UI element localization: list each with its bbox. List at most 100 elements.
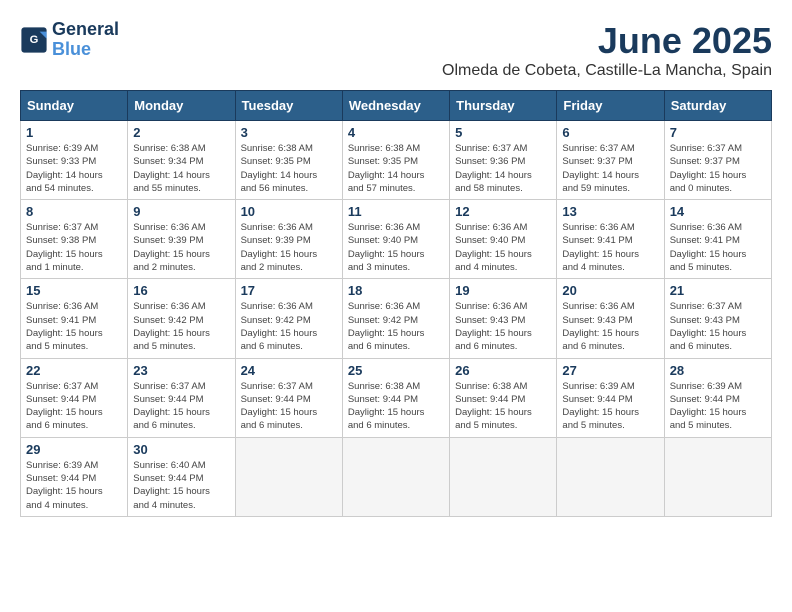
day-number: 27 [562, 363, 658, 378]
column-header-sunday: Sunday [21, 91, 128, 121]
day-number: 23 [133, 363, 229, 378]
calendar-cell: 2 Sunrise: 6:38 AM Sunset: 9:34 PM Daylig… [128, 121, 235, 200]
day-number: 28 [670, 363, 766, 378]
day-number: 5 [455, 125, 551, 140]
day-info: Sunrise: 6:38 AM Sunset: 9:44 PM Dayligh… [455, 380, 551, 433]
day-number: 6 [562, 125, 658, 140]
calendar-table: SundayMondayTuesdayWednesdayThursdayFrid… [20, 90, 772, 517]
day-info: Sunrise: 6:36 AM Sunset: 9:43 PM Dayligh… [562, 300, 658, 353]
svg-text:G: G [30, 34, 39, 46]
day-info: Sunrise: 6:36 AM Sunset: 9:41 PM Dayligh… [670, 221, 766, 274]
day-info: Sunrise: 6:38 AM Sunset: 9:35 PM Dayligh… [348, 142, 444, 195]
day-number: 15 [26, 283, 122, 298]
day-info: Sunrise: 6:39 AM Sunset: 9:33 PM Dayligh… [26, 142, 122, 195]
calendar-cell: 21Sunrise: 6:37 AM Sunset: 9:43 PM Dayli… [664, 279, 771, 358]
calendar-cell: 3 Sunrise: 6:38 AM Sunset: 9:35 PM Daylig… [235, 121, 342, 200]
calendar-cell: 20Sunrise: 6:36 AM Sunset: 9:43 PM Dayli… [557, 279, 664, 358]
day-info: Sunrise: 6:37 AM Sunset: 9:44 PM Dayligh… [241, 380, 337, 433]
calendar-cell: 23 Sunrise: 6:37 AM Sunset: 9:44 PM Dayli… [128, 358, 235, 437]
day-info: Sunrise: 6:37 AM Sunset: 9:37 PM Dayligh… [562, 142, 658, 195]
calendar-cell: 19 Sunrise: 6:36 AM Sunset: 9:43 PM Dayli… [450, 279, 557, 358]
day-number: 4 [348, 125, 444, 140]
day-number: 18 [348, 283, 444, 298]
location-subtitle: Olmeda de Cobeta, Castille-La Mancha, Sp… [442, 62, 772, 80]
day-number: 9 [133, 204, 229, 219]
day-info: Sunrise: 6:37 AM Sunset: 9:38 PM Dayligh… [26, 221, 122, 274]
day-info: Sunrise: 6:38 AM Sunset: 9:44 PM Dayligh… [348, 380, 444, 433]
day-number: 3 [241, 125, 337, 140]
calendar-cell: 10 Sunrise: 6:36 AM Sunset: 9:39 PM Dayli… [235, 200, 342, 279]
day-number: 1 [26, 125, 122, 140]
calendar-cell: 27 Sunrise: 6:39 AM Sunset: 9:44 PM Dayli… [557, 358, 664, 437]
day-info: Sunrise: 6:36 AM Sunset: 9:39 PM Dayligh… [241, 221, 337, 274]
calendar-cell: 8 Sunrise: 6:37 AM Sunset: 9:38 PM Daylig… [21, 200, 128, 279]
calendar-cell: 24Sunrise: 6:37 AM Sunset: 9:44 PM Dayli… [235, 358, 342, 437]
day-info: Sunrise: 6:36 AM Sunset: 9:39 PM Dayligh… [133, 221, 229, 274]
day-number: 22 [26, 363, 122, 378]
column-header-saturday: Saturday [664, 91, 771, 121]
day-info: Sunrise: 6:39 AM Sunset: 9:44 PM Dayligh… [562, 380, 658, 433]
day-info: Sunrise: 6:39 AM Sunset: 9:44 PM Dayligh… [670, 380, 766, 433]
day-number: 7 [670, 125, 766, 140]
day-info: Sunrise: 6:36 AM Sunset: 9:41 PM Dayligh… [26, 300, 122, 353]
calendar-cell: 13 Sunrise: 6:36 AM Sunset: 9:41 PM Dayli… [557, 200, 664, 279]
day-info: Sunrise: 6:37 AM Sunset: 9:43 PM Dayligh… [670, 300, 766, 353]
page-title: June 2025 [442, 20, 772, 62]
day-info: Sunrise: 6:40 AM Sunset: 9:44 PM Dayligh… [133, 459, 229, 512]
calendar-cell: 12 Sunrise: 6:36 AM Sunset: 9:40 PM Dayli… [450, 200, 557, 279]
day-number: 25 [348, 363, 444, 378]
day-info: Sunrise: 6:36 AM Sunset: 9:42 PM Dayligh… [241, 300, 337, 353]
logo-text: GeneralBlue [52, 20, 119, 60]
day-info: Sunrise: 6:38 AM Sunset: 9:34 PM Dayligh… [133, 142, 229, 195]
calendar-cell: 4 Sunrise: 6:38 AM Sunset: 9:35 PM Daylig… [342, 121, 449, 200]
calendar-cell: 15 Sunrise: 6:36 AM Sunset: 9:41 PM Dayli… [21, 279, 128, 358]
calendar-cell: 18 Sunrise: 6:36 AM Sunset: 9:42 PM Dayli… [342, 279, 449, 358]
day-number: 30 [133, 442, 229, 457]
day-number: 2 [133, 125, 229, 140]
logo-icon: G [20, 26, 48, 54]
day-number: 19 [455, 283, 551, 298]
day-number: 26 [455, 363, 551, 378]
calendar-cell: 26 Sunrise: 6:38 AM Sunset: 9:44 PM Dayli… [450, 358, 557, 437]
day-number: 14 [670, 204, 766, 219]
day-info: Sunrise: 6:37 AM Sunset: 9:37 PM Dayligh… [670, 142, 766, 195]
calendar-cell: 22 Sunrise: 6:37 AM Sunset: 9:44 PM Dayli… [21, 358, 128, 437]
day-number: 29 [26, 442, 122, 457]
day-info: Sunrise: 6:37 AM Sunset: 9:36 PM Dayligh… [455, 142, 551, 195]
calendar-cell [557, 437, 664, 516]
calendar-cell: 1 Sunrise: 6:39 AM Sunset: 9:33 PM Daylig… [21, 121, 128, 200]
day-number: 11 [348, 204, 444, 219]
day-number: 10 [241, 204, 337, 219]
column-header-wednesday: Wednesday [342, 91, 449, 121]
calendar-cell: 28 Sunrise: 6:39 AM Sunset: 9:44 PM Dayli… [664, 358, 771, 437]
day-info: Sunrise: 6:37 AM Sunset: 9:44 PM Dayligh… [133, 380, 229, 433]
logo: G GeneralBlue [20, 20, 119, 60]
column-header-thursday: Thursday [450, 91, 557, 121]
calendar-cell: 6 Sunrise: 6:37 AM Sunset: 9:37 PM Daylig… [557, 121, 664, 200]
calendar-cell: 29 Sunrise: 6:39 AM Sunset: 9:44 PM Dayli… [21, 437, 128, 516]
day-info: Sunrise: 6:39 AM Sunset: 9:44 PM Dayligh… [26, 459, 122, 512]
calendar-cell: 11Sunrise: 6:36 AM Sunset: 9:40 PM Dayli… [342, 200, 449, 279]
day-number: 17 [241, 283, 337, 298]
day-number: 16 [133, 283, 229, 298]
day-info: Sunrise: 6:37 AM Sunset: 9:44 PM Dayligh… [26, 380, 122, 433]
calendar-cell: 7 Sunrise: 6:37 AM Sunset: 9:37 PM Daylig… [664, 121, 771, 200]
day-info: Sunrise: 6:38 AM Sunset: 9:35 PM Dayligh… [241, 142, 337, 195]
day-info: Sunrise: 6:36 AM Sunset: 9:41 PM Dayligh… [562, 221, 658, 274]
day-number: 12 [455, 204, 551, 219]
calendar-cell: 30 Sunrise: 6:40 AM Sunset: 9:44 PM Dayli… [128, 437, 235, 516]
calendar-cell [235, 437, 342, 516]
column-header-friday: Friday [557, 91, 664, 121]
day-info: Sunrise: 6:36 AM Sunset: 9:43 PM Dayligh… [455, 300, 551, 353]
day-info: Sunrise: 6:36 AM Sunset: 9:42 PM Dayligh… [348, 300, 444, 353]
calendar-cell: 9 Sunrise: 6:36 AM Sunset: 9:39 PM Daylig… [128, 200, 235, 279]
day-number: 13 [562, 204, 658, 219]
calendar-cell: 14 Sunrise: 6:36 AM Sunset: 9:41 PM Dayli… [664, 200, 771, 279]
calendar-cell [664, 437, 771, 516]
column-header-monday: Monday [128, 91, 235, 121]
calendar-cell [342, 437, 449, 516]
calendar-cell: 17 Sunrise: 6:36 AM Sunset: 9:42 PM Dayli… [235, 279, 342, 358]
day-number: 8 [26, 204, 122, 219]
day-info: Sunrise: 6:36 AM Sunset: 9:40 PM Dayligh… [455, 221, 551, 274]
calendar-cell: 16Sunrise: 6:36 AM Sunset: 9:42 PM Dayli… [128, 279, 235, 358]
